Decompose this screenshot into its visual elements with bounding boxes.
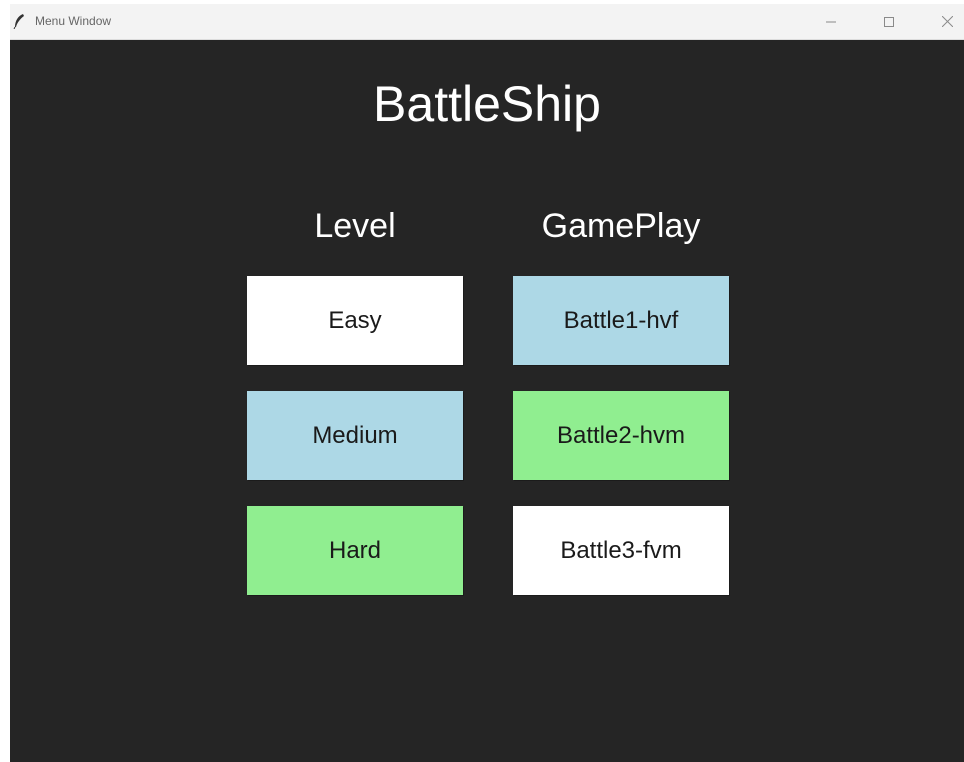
medium-button[interactable]: Medium — [247, 391, 463, 480]
maximize-button[interactable] — [866, 4, 912, 39]
level-heading: Level — [314, 207, 396, 245]
battle2-hvm-button[interactable]: Battle2-hvm — [513, 391, 729, 480]
minimize-icon — [826, 17, 836, 27]
maximize-icon — [884, 16, 894, 27]
menu-window: Menu Window BattleShip Level GamePlay Ea… — [10, 4, 964, 762]
battle1-hvf-button[interactable]: Battle1-hvf — [513, 276, 729, 365]
minimize-button[interactable] — [808, 4, 854, 39]
close-icon — [941, 16, 953, 27]
window-title: Menu Window — [35, 14, 112, 28]
battle3-fvm-button[interactable]: Battle3-fvm — [513, 506, 729, 595]
easy-button[interactable]: Easy — [247, 276, 463, 365]
hard-button[interactable]: Hard — [247, 506, 463, 595]
app-title: BattleShip — [373, 76, 601, 132]
close-button[interactable] — [924, 4, 964, 39]
gameplay-heading: GamePlay — [541, 207, 701, 245]
title-bar[interactable]: Menu Window — [10, 4, 964, 40]
menu-content: BattleShip Level GamePlay Easy Medium Ha… — [10, 40, 964, 762]
feather-icon — [12, 13, 26, 30]
